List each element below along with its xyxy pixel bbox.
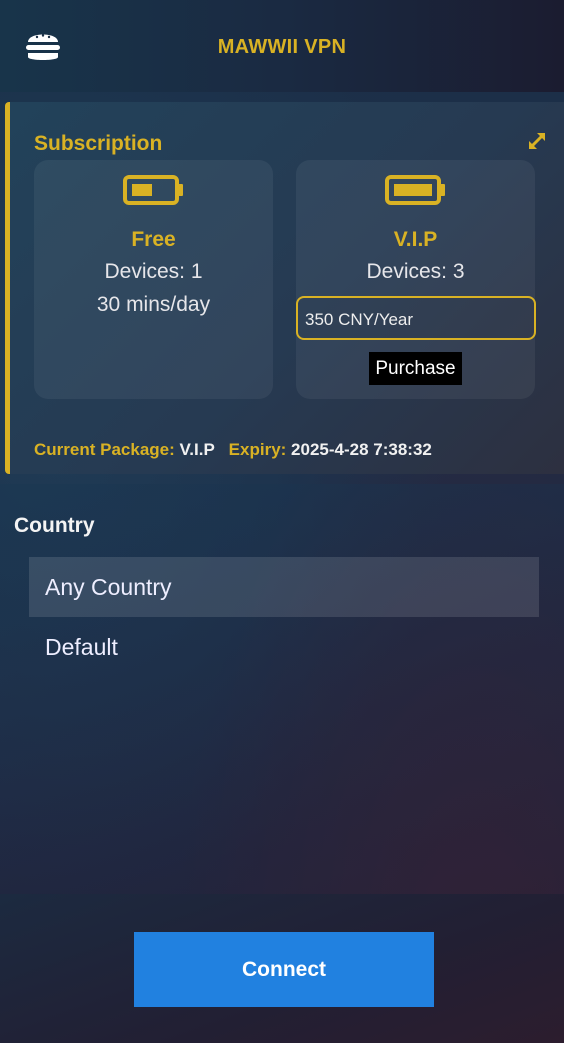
current-package-value: V.I.P (179, 440, 215, 459)
subscription-title: Subscription (34, 132, 163, 155)
plan-card-free[interactable]: Free Devices: 1 30 mins/day (34, 160, 273, 399)
plan-name-free: Free (131, 228, 176, 251)
footer-bar: Connect (0, 894, 564, 1043)
expiry-value: 2025-4-28 7:38:32 (291, 440, 432, 459)
expiry-label: Expiry: (228, 440, 287, 459)
country-heading: Country (14, 514, 95, 537)
purchase-button[interactable]: Purchase (369, 352, 462, 385)
plan-devices-free: Devices: 1 (104, 260, 203, 283)
plan-name-vip: V.I.P (393, 228, 438, 251)
plan-devices-vip: Devices: 3 (366, 260, 465, 283)
app-header: MAWWII VPN (0, 0, 564, 92)
app-title: MAWWII VPN (217, 36, 347, 58)
connect-button[interactable]: Connect (134, 932, 434, 1007)
country-section: Country Any Country Default (0, 484, 564, 894)
package-status: Current Package: V.I.P Expiry: 2025-4-28… (34, 440, 432, 460)
price-select[interactable]: 350 CNY/Year (296, 296, 536, 340)
country-option-any[interactable]: Any Country (29, 557, 539, 617)
subscription-panel: Subscription Free Devices: 1 30 mins/day… (5, 102, 564, 474)
battery-full-icon (384, 175, 445, 205)
country-option-default[interactable]: Default (29, 617, 539, 677)
current-package-label: Current Package: (34, 440, 175, 459)
plan-limit-free: 30 mins/day (96, 293, 211, 316)
expand-icon[interactable] (526, 130, 548, 152)
battery-half-icon (122, 175, 183, 205)
plan-card-vip[interactable]: V.I.P Devices: 3 350 CNY/Year Purchase (296, 160, 536, 399)
